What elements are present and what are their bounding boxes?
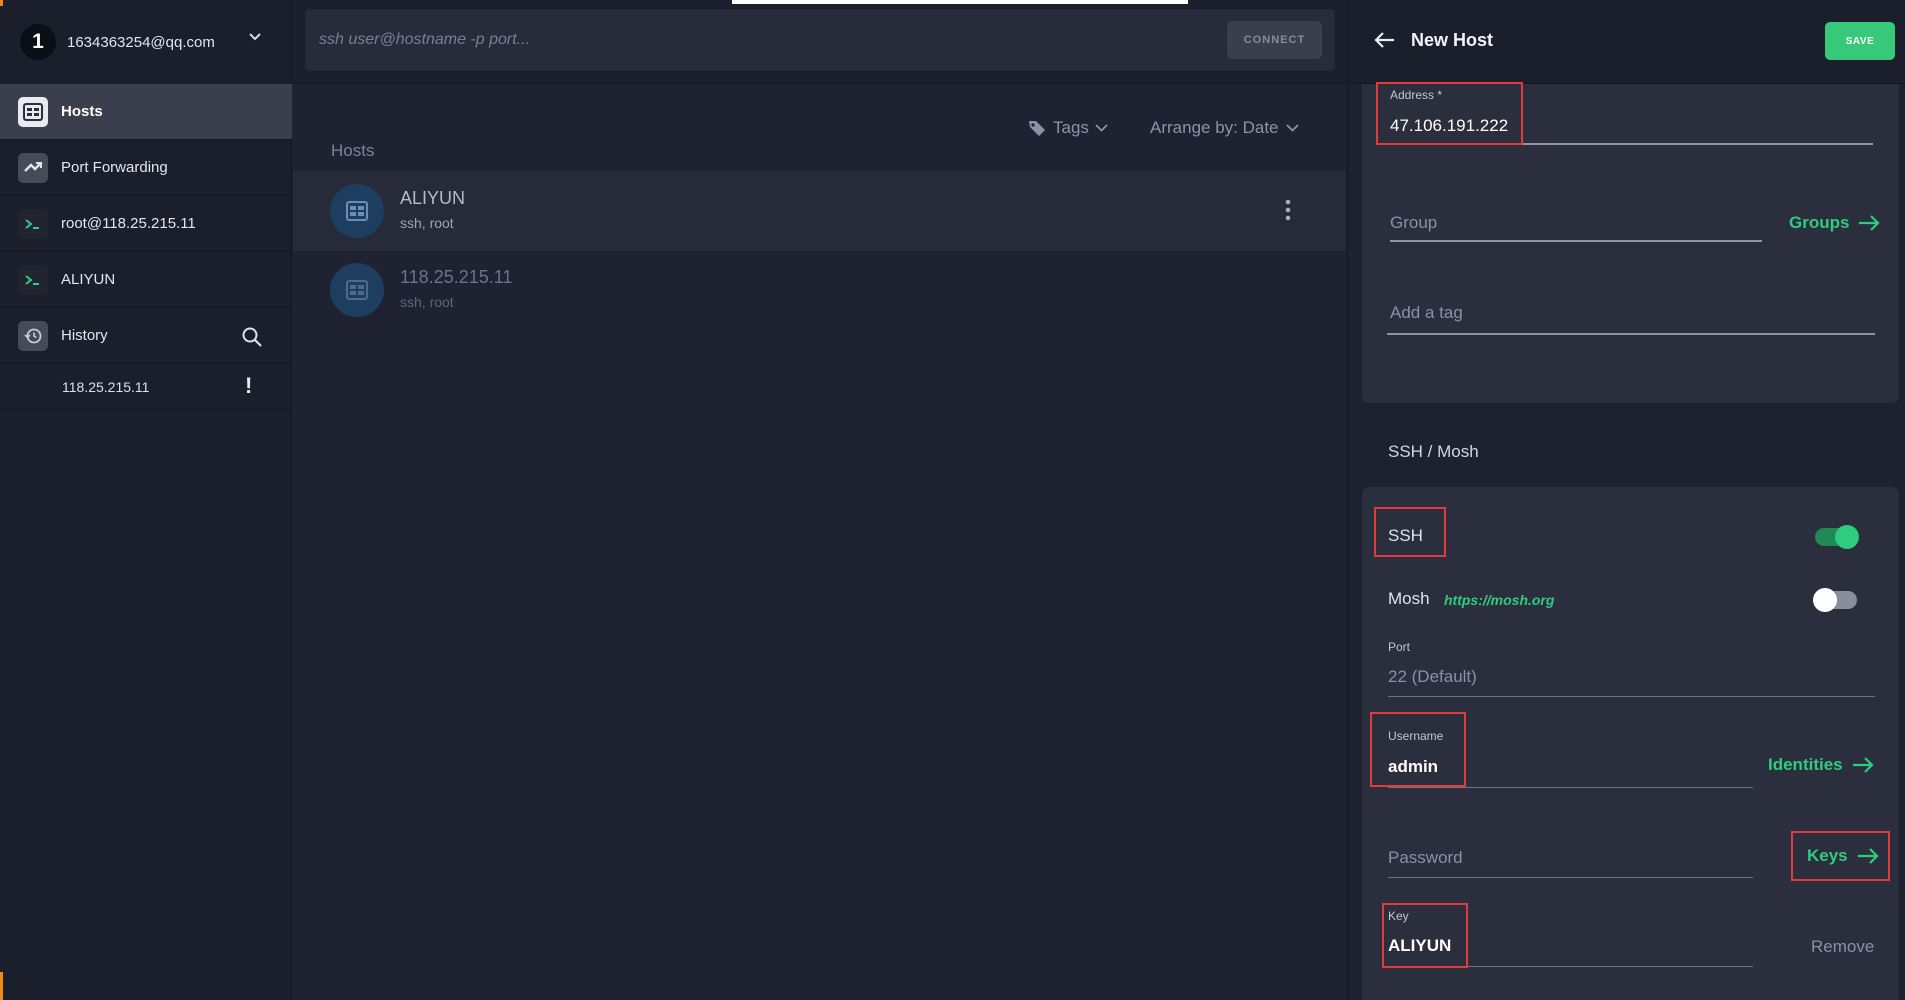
connect-button[interactable]: CONNECT: [1227, 21, 1322, 59]
tag-underline: [1387, 333, 1875, 335]
port-underline: [1388, 696, 1875, 697]
terminal-icon: [18, 264, 48, 295]
tags-label: Tags: [1053, 118, 1089, 137]
hosts-view: CONNECT Tags Arrange by: Date Hosts ALIY…: [293, 0, 1346, 1000]
sidebar-item-label: ALIYUN: [61, 271, 116, 288]
hosts-grid-icon: [18, 96, 48, 127]
highlight-box: [1376, 82, 1523, 145]
sidebar-item-aliyun-session[interactable]: ALIYUN: [0, 252, 292, 308]
host-detail: ssh, root: [400, 215, 454, 231]
ssh-toggle[interactable]: [1815, 525, 1859, 549]
group-underline: [1390, 240, 1762, 242]
sidebar: 1 1634363254@qq.com Hosts Port Forwardin…: [0, 0, 292, 1000]
sidebar-item-label: History: [61, 327, 108, 344]
chevron-down-icon: [1285, 124, 1299, 132]
save-button[interactable]: SAVE: [1825, 22, 1895, 60]
password-underline: [1388, 877, 1753, 878]
host-name: 118.25.215.11: [400, 267, 513, 287]
arrange-label: Arrange by: Date: [1150, 118, 1279, 137]
sidebar-item-label: Hosts: [61, 103, 103, 120]
sidebar-item-hosts[interactable]: Hosts: [0, 84, 292, 140]
host-name: ALIYUN: [400, 188, 466, 208]
terminal-icon: [18, 208, 48, 239]
host-row[interactable]: ALIYUN ssh, root: [293, 171, 1346, 251]
panel-title: New Host: [1411, 30, 1494, 50]
window-edge-accent: [0, 972, 3, 1000]
more-options-icon[interactable]: [1285, 197, 1291, 223]
window-overlay-strip: [732, 0, 1188, 4]
tags-filter[interactable]: Tags: [1027, 118, 1108, 138]
highlight-box: [1382, 903, 1468, 968]
highlight-box: [1374, 507, 1446, 557]
sidebar-item-root-session[interactable]: root@118.25.215.11: [0, 196, 292, 252]
identities-link[interactable]: Identities: [1768, 755, 1874, 775]
warning-icon: !: [245, 373, 253, 398]
chevron-down-icon[interactable]: [248, 30, 262, 44]
server-icon: [330, 184, 384, 238]
search-icon[interactable]: [241, 326, 263, 348]
group-field[interactable]: Group: [1390, 213, 1437, 233]
sidebar-item-port-forwarding[interactable]: Port Forwarding: [0, 140, 292, 196]
port-field[interactable]: 22 (Default): [1388, 667, 1477, 687]
arrow-right-icon: [1859, 215, 1881, 231]
highlight-box: [1791, 831, 1890, 881]
sidebar-item-label: root@118.25.215.11: [61, 215, 196, 232]
account-switcher[interactable]: 1 1634363254@qq.com: [0, 0, 292, 84]
new-host-panel: New Host SAVE Address * 47.106.191.222 G…: [1347, 0, 1905, 1000]
sidebar-item-history[interactable]: History: [0, 308, 292, 364]
panel-header: New Host SAVE: [1348, 0, 1905, 84]
groups-link-label: Groups: [1789, 213, 1850, 232]
chevron-down-icon: [1095, 124, 1108, 132]
account-avatar: 1: [20, 24, 56, 60]
remove-key-button[interactable]: Remove: [1811, 937, 1874, 957]
groups-link[interactable]: Groups: [1789, 213, 1881, 233]
password-field[interactable]: Password: [1388, 848, 1463, 868]
identities-link-label: Identities: [1768, 755, 1843, 774]
username-underline: [1388, 787, 1753, 788]
tag-icon: [1029, 121, 1045, 136]
port-forwarding-icon: [18, 152, 48, 183]
tag-field[interactable]: Add a tag: [1390, 303, 1463, 323]
mosh-label: Mosh: [1388, 589, 1430, 608]
toggle-knob: [1813, 588, 1837, 612]
command-box: CONNECT: [305, 9, 1335, 71]
history-icon: [18, 320, 48, 351]
host-row[interactable]: 118.25.215.11 ssh, root: [293, 250, 1346, 330]
port-label: Port: [1388, 640, 1411, 654]
account-email: 1634363254@qq.com: [67, 33, 215, 51]
arrange-by-dropdown[interactable]: Arrange by: Date: [1150, 118, 1299, 138]
history-item[interactable]: 118.25.215.11 !: [0, 364, 292, 410]
mosh-toggle[interactable]: [1813, 588, 1857, 612]
hosts-heading: Hosts: [331, 141, 375, 160]
arrow-right-icon: [1852, 757, 1874, 773]
history-item-label: 118.25.215.11: [62, 379, 150, 395]
back-arrow-icon[interactable]: [1372, 29, 1398, 51]
toggle-knob: [1835, 525, 1859, 549]
ssh-mosh-section-title: SSH / Mosh: [1388, 442, 1479, 461]
ssh-command-input[interactable]: [319, 27, 1019, 53]
highlight-box: [1370, 712, 1466, 787]
server-icon: [330, 263, 384, 317]
sidebar-item-label: Port Forwarding: [61, 159, 168, 176]
mosh-link[interactable]: https://mosh.org: [1444, 592, 1554, 608]
quick-connect-bar: CONNECT: [293, 0, 1346, 84]
host-detail: ssh, root: [400, 294, 454, 310]
